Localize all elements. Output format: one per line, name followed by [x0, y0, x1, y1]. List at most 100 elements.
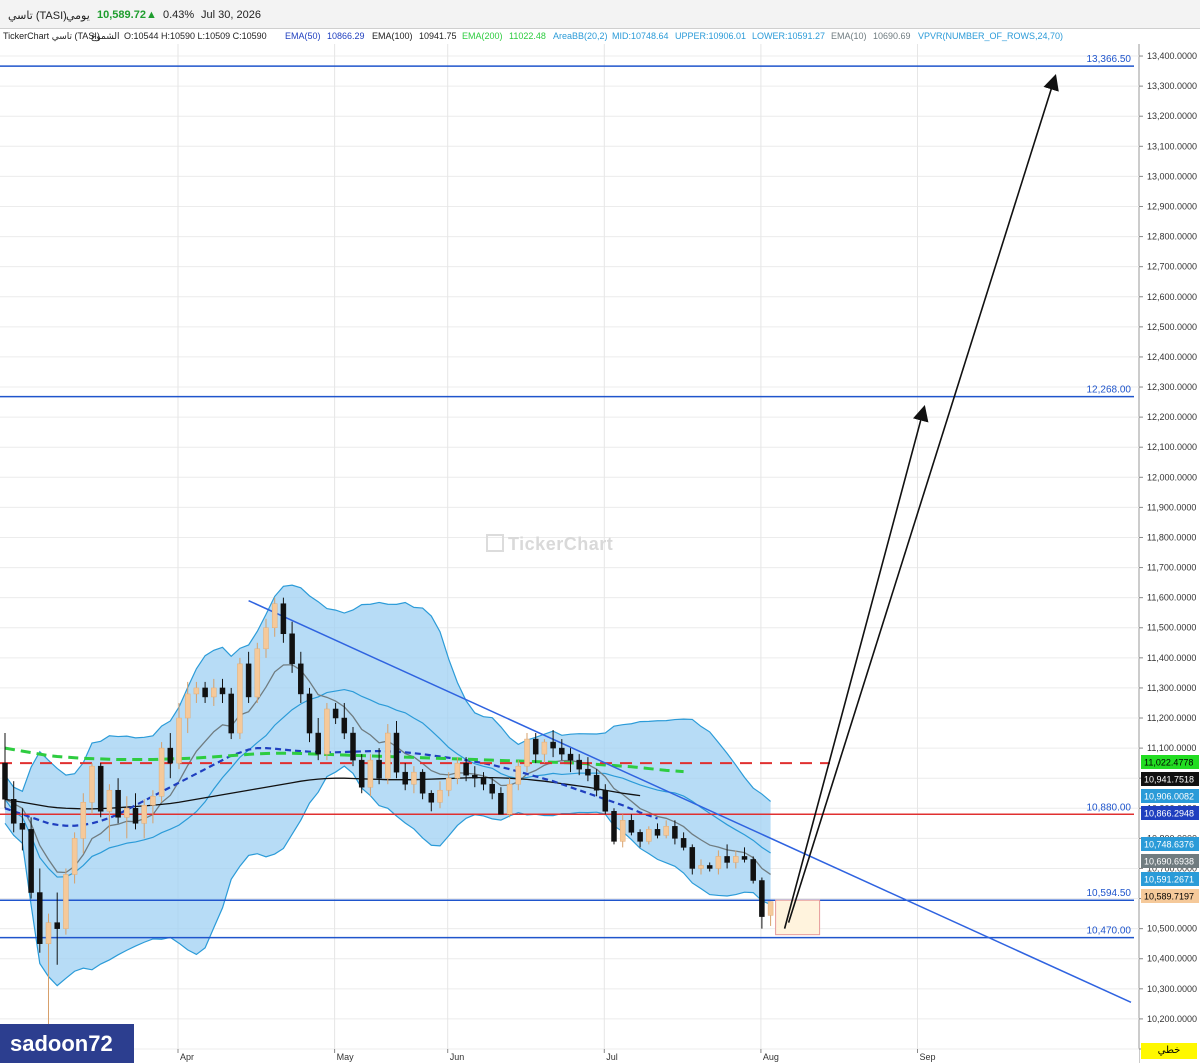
candle-body	[158, 747, 165, 797]
candle-body	[358, 759, 365, 788]
candle-body	[167, 747, 174, 764]
candle-body	[124, 808, 130, 818]
y-tick-label: 10,400.0000	[1147, 954, 1197, 964]
candle-body	[741, 856, 748, 860]
candle-body	[559, 747, 565, 755]
candle-body	[97, 765, 104, 812]
target-zone-box	[775, 899, 821, 936]
candle-body	[428, 792, 435, 803]
candle-body	[2, 762, 8, 800]
candle-body	[437, 789, 443, 803]
candle-body	[715, 856, 722, 869]
x-tick-label: Jul	[606, 1052, 618, 1062]
user-badge: sadoon72	[0, 1024, 134, 1063]
candle-body	[689, 847, 696, 869]
candle-body	[184, 693, 191, 719]
y-tick-label: 13,400.0000	[1147, 51, 1197, 61]
x-tick-label: May	[337, 1052, 355, 1062]
candle-body	[532, 738, 539, 755]
price-badge-label-0: 11,022.4778	[1144, 758, 1193, 768]
candle-body	[498, 792, 504, 815]
price-chart[interactable]: 13,400.0000 13,300.0000 13,200.0000 13,100.…	[0, 0, 1200, 1063]
watermark-text: TickerChart	[508, 534, 614, 554]
y-tick-label: 11,600.0000	[1147, 593, 1196, 603]
candle-body	[37, 892, 43, 944]
price-badge-label-1: 10,941.7518	[1144, 775, 1194, 785]
scale-mode-toggle[interactable]: خطي	[1141, 1043, 1197, 1059]
candle-body	[654, 829, 661, 836]
candle-body	[611, 811, 617, 842]
x-tick-label: Aug	[763, 1052, 779, 1062]
candle-body	[411, 771, 417, 785]
candle-body	[263, 627, 269, 650]
candle-body	[115, 789, 121, 818]
candle-body	[567, 753, 574, 761]
candle-body	[315, 732, 321, 755]
candle-body	[419, 771, 426, 794]
candle-body	[298, 663, 304, 695]
level-label-4: 10,470.00	[1087, 926, 1132, 937]
y-tick-label: 12,500.0000	[1147, 322, 1197, 332]
y-tick-label: 13,200.0000	[1147, 111, 1197, 121]
candle-body	[341, 717, 348, 734]
candle-body	[106, 789, 113, 812]
candle-body	[324, 708, 330, 755]
candle-body	[19, 823, 26, 830]
candle-body	[280, 603, 287, 635]
candle-body	[254, 648, 261, 698]
y-tick-label: 11,700.0000	[1147, 563, 1196, 573]
candle-body	[637, 832, 643, 842]
candle-body	[385, 732, 391, 779]
candle-body	[289, 633, 295, 665]
candle-body	[767, 901, 774, 916]
candle-body	[506, 783, 513, 815]
candle-body	[45, 922, 52, 944]
candle-body	[576, 759, 582, 770]
candle-body	[663, 826, 669, 836]
y-tick-label: 12,600.0000	[1147, 292, 1197, 302]
candle-body	[219, 687, 226, 695]
y-tick-label: 13,100.0000	[1147, 141, 1197, 151]
price-badge-label-3: 10,866.2948	[1144, 809, 1194, 819]
y-tick-label: 12,400.0000	[1147, 352, 1197, 362]
candle-body	[350, 732, 356, 761]
time-axis	[0, 1049, 1139, 1063]
y-tick-label: 11,100.0000	[1147, 743, 1196, 753]
y-tick-label: 12,700.0000	[1147, 262, 1197, 272]
price-badge-label-5: 10,690.6938	[1144, 857, 1194, 867]
y-tick-label: 12,800.0000	[1147, 232, 1197, 242]
y-tick-label: 12,100.0000	[1147, 442, 1197, 452]
y-tick-label: 10,500.0000	[1147, 924, 1197, 934]
candle-body	[706, 865, 713, 869]
candle-body	[680, 838, 687, 848]
price-badge-label-4: 10,748.6376	[1144, 840, 1194, 850]
y-tick-label: 11,900.0000	[1147, 502, 1196, 512]
candle-body	[393, 732, 400, 773]
y-tick-label: 13,300.0000	[1147, 81, 1197, 91]
candle-body	[245, 663, 252, 698]
candle-body	[228, 693, 234, 734]
candle-body	[454, 762, 461, 779]
candle-body	[541, 741, 548, 755]
candle-body	[463, 762, 469, 776]
candle-body	[550, 741, 556, 749]
candle-body	[445, 777, 452, 791]
candle-body	[54, 922, 60, 929]
y-tick-label: 12,300.0000	[1147, 382, 1197, 392]
candle-body	[698, 865, 704, 869]
candle-body	[306, 693, 313, 734]
y-tick-label: 11,300.0000	[1147, 683, 1196, 693]
candle-body	[367, 759, 374, 788]
candle-body	[402, 771, 408, 785]
price-badge-label-7: 10,589.7197	[1144, 892, 1194, 902]
candle-body	[585, 768, 591, 776]
y-tick-label: 11,400.0000	[1147, 653, 1196, 663]
candle-body	[759, 880, 765, 917]
y-tick-label: 11,800.0000	[1147, 532, 1196, 542]
candle-body	[202, 687, 208, 698]
y-tick-label: 13,000.0000	[1147, 171, 1197, 181]
candle-body	[63, 874, 69, 929]
level-label-2: 10,880.00	[1087, 802, 1132, 813]
candle-body	[619, 820, 626, 842]
candle-body	[211, 687, 217, 698]
